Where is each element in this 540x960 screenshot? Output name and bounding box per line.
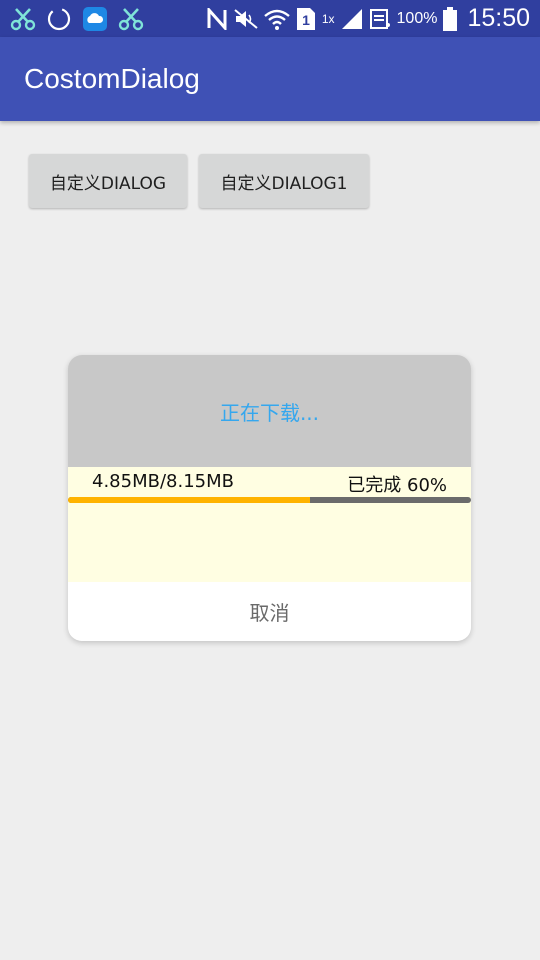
scissors-icon	[10, 6, 36, 32]
system-status: 1 1x 100% 15:50	[206, 0, 530, 37]
app-title: CostomDialog	[24, 63, 200, 94]
custom-dialog1-button[interactable]: 自定义DIALOG1	[199, 154, 369, 208]
download-size-text: 4.85MB/8.15MB	[92, 471, 234, 492]
notification-icons	[10, 5, 144, 33]
download-progress-bar	[68, 497, 471, 503]
app-bar: CostomDialog	[0, 37, 540, 121]
network-speed: 1x	[321, 11, 335, 26]
download-percent-text: 已完成 60%	[347, 475, 447, 496]
dialog-body: 4.85MB/8.15MB 已完成 60%	[68, 467, 471, 582]
nfc-icon	[206, 7, 228, 30]
sim-card-icon: 1	[296, 7, 316, 31]
mute-icon	[234, 8, 258, 30]
battery-percent: 100%	[396, 9, 438, 27]
scissors-icon	[118, 6, 144, 32]
download-progress-fill	[68, 497, 310, 503]
clock: 15:50	[467, 4, 530, 32]
custom-dialog-button[interactable]: 自定义DIALOG	[29, 154, 187, 208]
dialog-header: 正在下载...	[68, 355, 471, 467]
wifi-icon	[264, 8, 290, 30]
card-icon	[369, 8, 391, 30]
status-bar: 1 1x 100% 15:50	[0, 0, 540, 37]
signal-icon	[341, 8, 363, 30]
battery-icon	[443, 6, 458, 31]
cloud-app-icon	[82, 6, 108, 32]
dialog-title: 正在下载...	[219, 400, 320, 425]
sync-circle-icon	[46, 6, 72, 32]
download-dialog: 正在下载... 4.85MB/8.15MB 已完成 60% 取消	[68, 355, 471, 641]
sim-label: 1	[302, 12, 310, 28]
cancel-button[interactable]: 取消	[68, 582, 471, 641]
